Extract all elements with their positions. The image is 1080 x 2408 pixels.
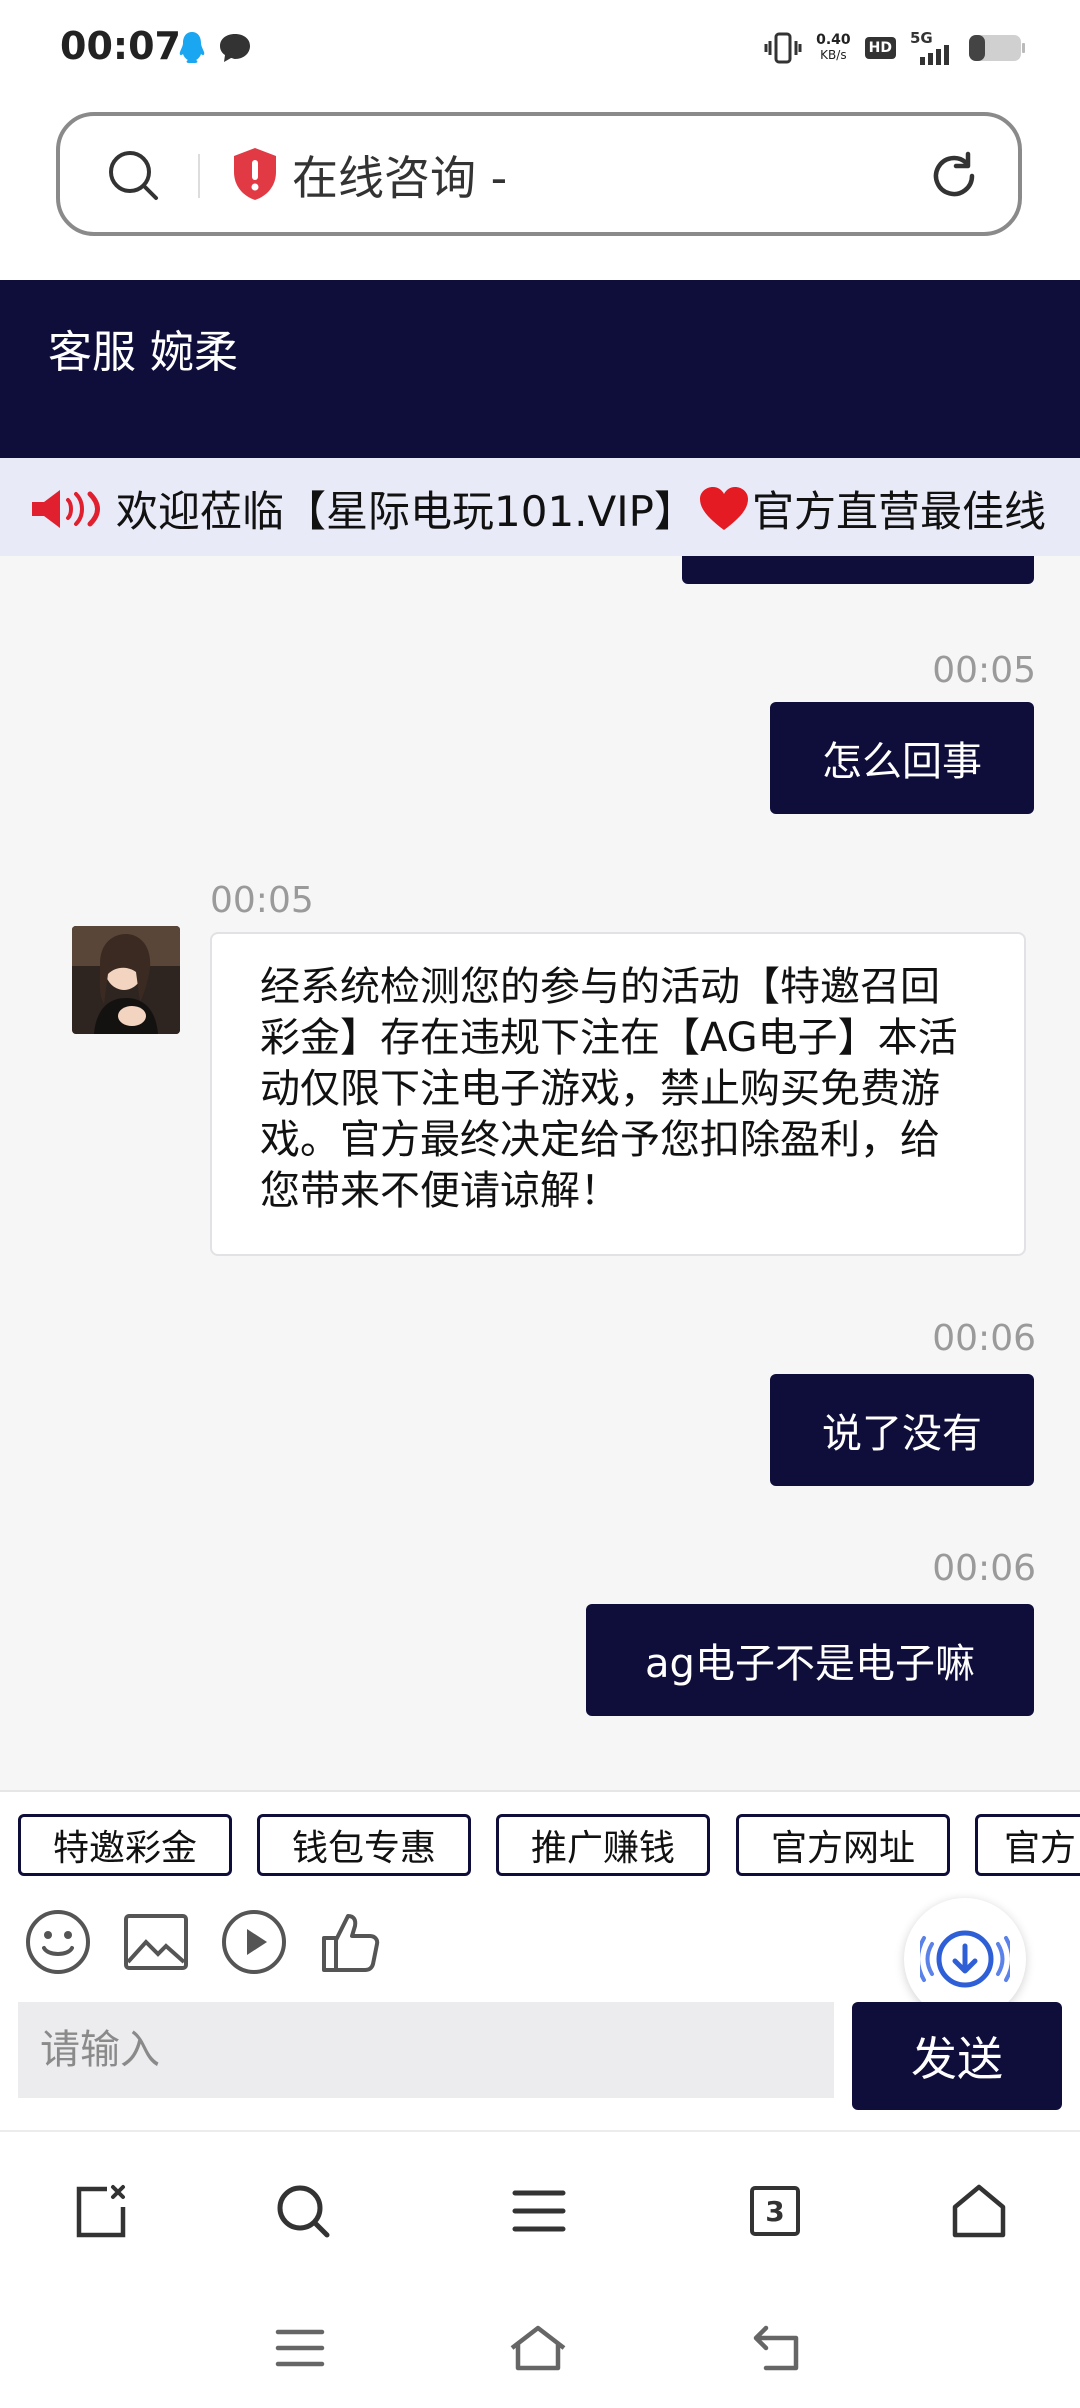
chat-header: 客服 婉柔 bbox=[0, 280, 1080, 458]
quick-chip[interactable]: 官方 bbox=[975, 1814, 1080, 1876]
message-list[interactable]: 00:05 怎么回事 00:05 经系统检测您的参与的活动【特邀召回彩金】存在违… bbox=[0, 556, 1080, 1790]
video-icon[interactable] bbox=[220, 1908, 288, 1976]
battery-icon bbox=[969, 35, 1025, 61]
message-bubble-partial bbox=[682, 556, 1034, 584]
message-bubble-outgoing: ag电子不是电子嘛 bbox=[586, 1604, 1034, 1716]
signal-icon: 5G bbox=[910, 29, 954, 65]
status-bar: 00:07 0.40 KB/s HD 5G bbox=[0, 0, 1080, 100]
heart-icon bbox=[699, 486, 748, 530]
send-button[interactable]: 发送 bbox=[852, 2002, 1062, 2110]
message-time: 00:06 bbox=[932, 1318, 1036, 1359]
message-bubble-outgoing: 说了没有 bbox=[770, 1374, 1034, 1486]
message-time: 00:06 bbox=[932, 1548, 1036, 1589]
recent-apps-button[interactable] bbox=[270, 2318, 330, 2378]
browser-bottom-bar: 3 bbox=[0, 2130, 1080, 2282]
agent-avatar[interactable] bbox=[72, 926, 180, 1034]
quick-chip[interactable]: 推广赚钱 bbox=[496, 1814, 710, 1876]
quick-chip[interactable]: 特邀彩金 bbox=[18, 1814, 232, 1876]
announcement-marquee: 欢迎莅临【星际电玩101.VIP】 官方直营最佳线 bbox=[0, 458, 1080, 556]
marquee-text-2: 官方直营最佳线 bbox=[751, 487, 1046, 536]
quick-reply-bar: 特邀彩金 钱包专惠 推广赚钱 官方网址 官方 bbox=[0, 1790, 1080, 1886]
status-indicators: 0.40 KB/s HD 5G bbox=[764, 28, 1026, 68]
qq-icon bbox=[179, 32, 205, 63]
home-icon bbox=[510, 2325, 566, 2371]
tabs-button[interactable]: 3 bbox=[740, 2176, 810, 2246]
home-button[interactable] bbox=[944, 2176, 1014, 2246]
message-bubble-outgoing: 怎么回事 bbox=[770, 702, 1034, 814]
address-text[interactable]: 在线咨询 - bbox=[292, 142, 507, 208]
back-icon bbox=[753, 2325, 799, 2371]
address-bar[interactable]: 在线咨询 - bbox=[56, 112, 1022, 236]
thumbs-up-icon[interactable] bbox=[318, 1908, 386, 1976]
reload-icon[interactable] bbox=[926, 148, 982, 204]
system-home-button[interactable] bbox=[508, 2318, 568, 2378]
tab-count: 3 bbox=[765, 2194, 785, 2228]
quick-chip[interactable]: 钱包专惠 bbox=[257, 1814, 471, 1876]
address-divider bbox=[198, 154, 200, 198]
vibrate-icon bbox=[764, 32, 802, 64]
recent-apps-icon bbox=[275, 2329, 325, 2367]
search-icon[interactable] bbox=[106, 148, 160, 202]
emoji-icon[interactable] bbox=[24, 1908, 92, 1976]
message-time: 00:05 bbox=[210, 880, 314, 921]
net-speed: 0.40 KB/s bbox=[816, 32, 851, 63]
search-icon bbox=[277, 2185, 330, 2238]
quick-chip[interactable]: 官方网址 bbox=[736, 1814, 950, 1876]
system-navigation bbox=[0, 2280, 1080, 2408]
speaker-icon bbox=[32, 489, 100, 528]
message-icon bbox=[220, 34, 250, 62]
tabs-icon: 3 bbox=[750, 2186, 800, 2236]
marquee-text: 欢迎莅临【星际电玩101.VIP】 bbox=[116, 487, 696, 536]
close-tab-icon bbox=[76, 2185, 126, 2238]
home-icon bbox=[952, 2184, 1006, 2238]
chat-title: 客服 婉柔 bbox=[48, 327, 238, 378]
search-button[interactable] bbox=[268, 2176, 338, 2246]
close-tab-button[interactable] bbox=[66, 2176, 136, 2246]
shield-alert-icon[interactable] bbox=[230, 146, 280, 202]
status-time: 00:07 bbox=[60, 24, 181, 68]
chat-input-row: 发送 bbox=[0, 2002, 1080, 2130]
back-button[interactable] bbox=[750, 2318, 810, 2378]
menu-button[interactable] bbox=[504, 2176, 574, 2246]
menu-icon bbox=[512, 2190, 566, 2232]
hd-icon: HD bbox=[864, 37, 896, 59]
image-icon[interactable] bbox=[122, 1908, 190, 1976]
download-icon bbox=[920, 1930, 1010, 1988]
message-input[interactable] bbox=[18, 2002, 834, 2098]
message-bubble-incoming: 经系统检测您的参与的活动【特邀召回彩金】存在违规下注在【AG电子】本活动仅限下注… bbox=[210, 932, 1026, 1256]
message-time: 00:05 bbox=[932, 650, 1036, 691]
